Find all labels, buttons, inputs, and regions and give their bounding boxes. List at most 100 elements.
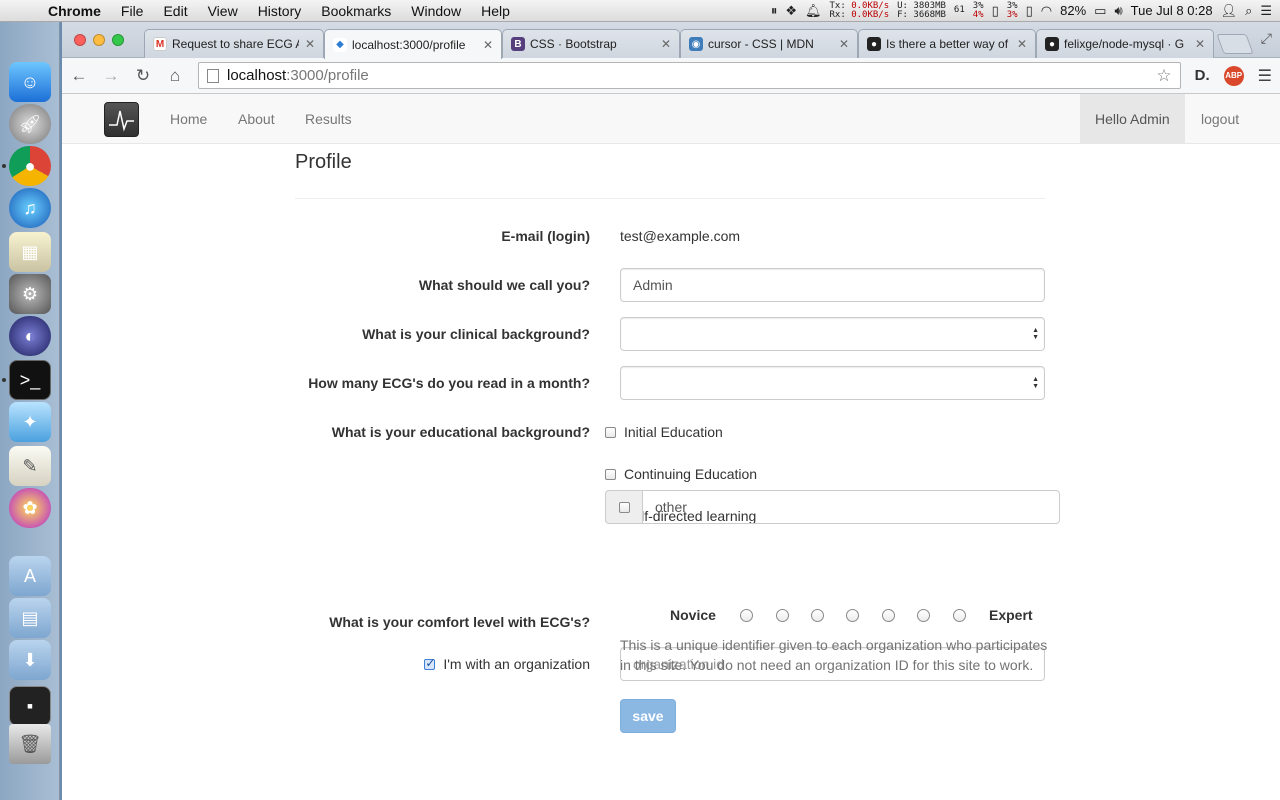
menu-app-chrome[interactable]: Chrome xyxy=(40,0,111,22)
notification-center-icon[interactable]: ☰ xyxy=(1260,3,1272,19)
volume-icon[interactable]: 🔊︎ xyxy=(1114,3,1122,19)
home-icon[interactable]: ⌂ xyxy=(166,66,184,86)
checkbox-label: Initial Education xyxy=(624,424,723,440)
terminal-icon[interactable]: >_ xyxy=(9,360,51,400)
finder-icon[interactable]: ☺ xyxy=(9,62,51,102)
cpu-monitor-1[interactable]: 3% 4% xyxy=(973,1,984,20)
chrome-menu-icon[interactable]: ☰ xyxy=(1258,66,1272,86)
comfort-radio-5[interactable] xyxy=(882,609,895,622)
tab-strip: M Request to share ECG A ✕ ◆ localhost:3… xyxy=(62,22,1280,59)
nav-results[interactable]: Results xyxy=(290,94,367,144)
nav-home[interactable]: Home xyxy=(155,94,222,144)
menu-file[interactable]: File xyxy=(111,0,154,22)
network-monitor[interactable]: Tx: 0.0KB/s Rx: 0.0KB/s xyxy=(830,1,890,20)
tab-mdn[interactable]: ◉ cursor - CSS | MDN ✕ xyxy=(680,29,858,58)
select-arrows-icon: ▲ ▼ xyxy=(1032,327,1039,341)
organization-checkbox[interactable] xyxy=(424,656,435,670)
tab-stackoverflow[interactable]: ● Is there a better way of ✕ xyxy=(858,29,1036,58)
initial-education-checkbox[interactable] xyxy=(605,426,616,438)
system-preferences-icon[interactable]: ⚙ xyxy=(9,274,51,314)
comfort-radio-4[interactable] xyxy=(846,609,859,622)
fish-app-icon[interactable]: ✦ xyxy=(9,402,51,442)
back-arrow-icon[interactable]: ← xyxy=(70,66,88,86)
adblock-plus-icon[interactable]: ABP xyxy=(1223,65,1244,86)
textedit-icon[interactable]: ✎ xyxy=(9,446,51,486)
forward-arrow-icon[interactable]: → xyxy=(102,66,120,86)
nickname-input[interactable]: Admin xyxy=(620,268,1045,302)
bell-icon[interactable]: 🔔︎ xyxy=(805,3,822,19)
zoom-window-button[interactable] xyxy=(112,34,124,46)
spotlight-search-icon[interactable]: ⌕ xyxy=(1245,3,1252,19)
chrome-profile-icon[interactable]: ⤢ xyxy=(1261,30,1272,47)
new-tab-button[interactable] xyxy=(1216,34,1254,54)
nav-about[interactable]: About xyxy=(223,94,290,144)
tab-bootstrap[interactable]: B CSS · Bootstrap ✕ xyxy=(502,29,680,58)
clinical-background-select[interactable]: ▲ ▼ xyxy=(620,317,1045,351)
address-bar[interactable]: localhost:3000/profile ☆ xyxy=(198,62,1181,89)
comfort-radio-2[interactable] xyxy=(776,609,789,622)
eclipse-icon[interactable]: ◐ xyxy=(9,316,51,356)
downloads-folder-icon[interactable]: ⬇ xyxy=(9,640,51,680)
reload-icon[interactable]: ↻ xyxy=(134,66,152,86)
comfort-radio-1[interactable] xyxy=(740,609,753,622)
wifi-icon[interactable]: ◠ xyxy=(1041,3,1052,19)
close-tab-icon[interactable]: ✕ xyxy=(1195,37,1205,51)
nav-hello-admin[interactable]: Hello Admin xyxy=(1080,94,1185,144)
close-tab-icon[interactable]: ✕ xyxy=(483,38,493,52)
pause-icon[interactable]: ⏸ xyxy=(771,3,778,19)
other-education-input[interactable]: other xyxy=(643,490,1060,524)
close-tab-icon[interactable]: ✕ xyxy=(1017,37,1027,51)
launchpad-icon[interactable]: 🚀︎ xyxy=(9,104,51,144)
tab-label: Request to share ECG A xyxy=(172,37,299,51)
itunes-icon[interactable]: ♫ xyxy=(9,188,51,228)
organization-toggle[interactable]: I'm with an organization xyxy=(424,656,590,672)
close-tab-icon[interactable]: ✕ xyxy=(305,37,315,51)
applications-folder-icon[interactable]: A xyxy=(9,556,51,596)
tab-gmail[interactable]: M Request to share ECG A ✕ xyxy=(144,29,324,58)
flower-app-icon[interactable]: ✿ xyxy=(9,488,51,528)
close-window-button[interactable] xyxy=(74,34,86,46)
screenshot-stack-icon[interactable]: ▪ xyxy=(9,686,51,726)
macos-menubar: Chrome File Edit View History Bookmarks … xyxy=(0,0,1280,22)
nav-logout[interactable]: logout xyxy=(1186,94,1254,144)
battery-percent[interactable]: 82% xyxy=(1060,3,1086,18)
continuing-education-checkbox[interactable] xyxy=(605,468,616,480)
cpu-monitor-2[interactable]: 3% 3% xyxy=(1007,1,1018,20)
close-tab-icon[interactable]: ✕ xyxy=(661,37,671,51)
select-arrows-icon: ▲ ▼ xyxy=(1032,376,1039,390)
temperature-readout[interactable]: 61 xyxy=(954,6,965,15)
menu-help[interactable]: Help xyxy=(471,0,520,22)
battery-icon[interactable]: ▭ xyxy=(1094,3,1106,19)
education-initial[interactable]: Initial Education xyxy=(605,424,723,440)
menu-bookmarks[interactable]: Bookmarks xyxy=(311,0,401,22)
comfort-radio-6[interactable] xyxy=(917,609,930,622)
education-continuing[interactable]: Continuing Education xyxy=(605,466,757,482)
tab-localhost-profile[interactable]: ◆ localhost:3000/profile ✕ xyxy=(324,29,502,59)
menubar-clock[interactable]: Tue Jul 8 0:28 xyxy=(1131,3,1213,18)
cpu-gauge-icon: ▯ xyxy=(991,2,999,18)
trash-icon[interactable]: 🗑︎ xyxy=(9,724,51,764)
ecg-count-label: How many ECG's do you read in a month? xyxy=(308,375,590,391)
bookmark-star-icon[interactable]: ☆ xyxy=(1156,66,1171,86)
other-education-checkbox[interactable] xyxy=(618,501,630,513)
menu-edit[interactable]: Edit xyxy=(153,0,197,22)
memory-monitor[interactable]: U: 3803MB F: 3668MB xyxy=(897,1,946,20)
menu-history[interactable]: History xyxy=(248,0,312,22)
menu-window[interactable]: Window xyxy=(401,0,471,22)
extension-d-icon[interactable]: D. xyxy=(1195,67,1210,84)
site-navbar: Home About Results Hello Admin logout xyxy=(62,94,1280,144)
ecg-logo-icon[interactable] xyxy=(104,102,139,137)
minimize-window-button[interactable] xyxy=(93,34,105,46)
tab-node-mysql[interactable]: ● felixge/node-mysql · G ✕ xyxy=(1036,29,1214,58)
comfort-radio-7[interactable] xyxy=(953,609,966,622)
comfort-radio-3[interactable] xyxy=(811,609,824,622)
ecg-count-select[interactable]: ▲ ▼ xyxy=(620,366,1045,400)
user-icon[interactable]: 👤︎ xyxy=(1221,3,1238,19)
menu-view[interactable]: View xyxy=(198,0,248,22)
maps-calendar-icon[interactable]: ▦ xyxy=(9,232,51,272)
close-tab-icon[interactable]: ✕ xyxy=(839,37,849,51)
save-button[interactable]: save xyxy=(620,699,676,733)
chrome-icon[interactable]: ● xyxy=(9,146,51,186)
dropbox-icon[interactable]: ❖ xyxy=(785,3,797,19)
documents-folder-icon[interactable]: ▤ xyxy=(9,598,51,638)
